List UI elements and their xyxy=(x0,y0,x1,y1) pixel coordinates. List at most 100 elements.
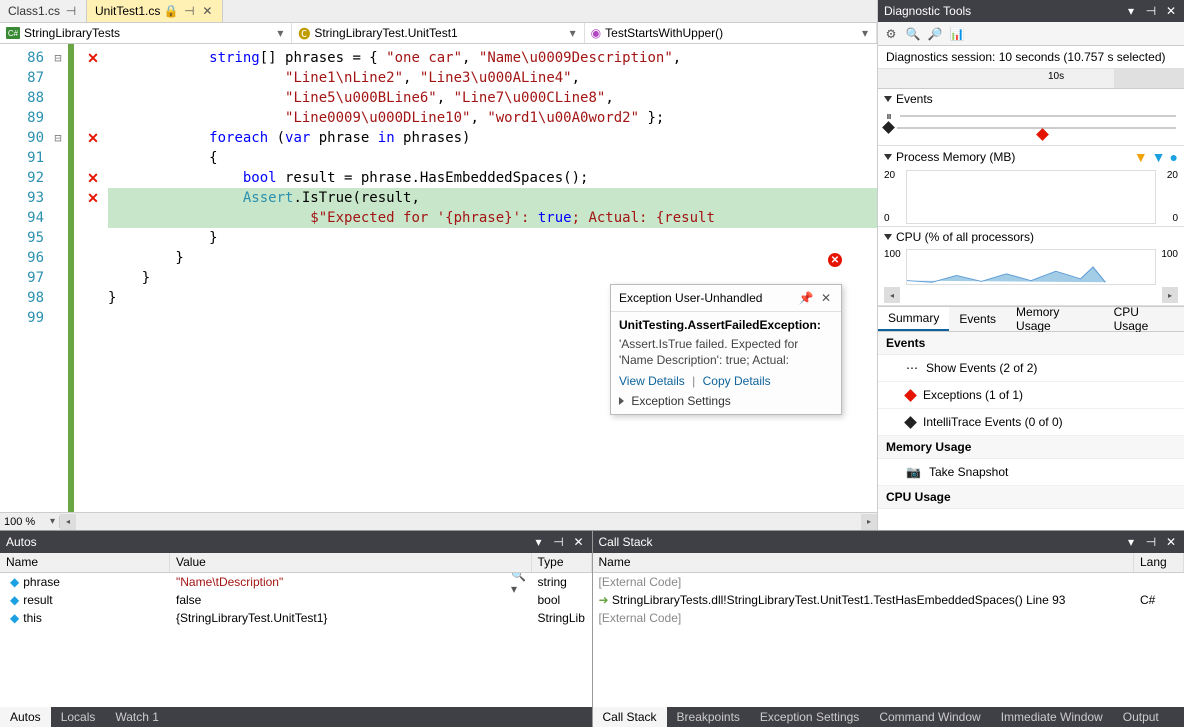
diamond-icon xyxy=(904,416,917,429)
col-name[interactable]: Name xyxy=(593,553,1135,572)
magnifier-icon[interactable]: 🔍▾ xyxy=(512,575,526,589)
collapse-icon xyxy=(884,96,892,102)
close-icon[interactable]: ✕ xyxy=(200,4,214,18)
error-icon: ✕ xyxy=(828,253,842,267)
tab-breakpoints[interactable]: Breakpoints xyxy=(667,707,750,727)
y-axis-min: 0 xyxy=(884,213,890,224)
table-row[interactable]: [External Code] xyxy=(593,609,1184,627)
class-label: StringLibraryTest.UnitTest1 xyxy=(314,26,457,40)
col-name[interactable]: Name xyxy=(0,553,170,572)
tab-immediate-window[interactable]: Immediate Window xyxy=(991,707,1113,727)
item-label: Show Events (2 of 2) xyxy=(926,361,1037,375)
tab-exception-settings[interactable]: Exception Settings xyxy=(750,707,869,727)
namespace-label: StringLibraryTests xyxy=(24,26,120,40)
chart-icon[interactable]: 📊 xyxy=(950,27,964,41)
table-row[interactable]: [External Code] xyxy=(593,573,1184,591)
pin-icon[interactable]: ⊣ xyxy=(182,4,196,18)
cpu-chart[interactable]: 100 100 xyxy=(878,247,1184,287)
callstack-titlebar: Call Stack ▾ ⊣ ✕ xyxy=(593,531,1184,553)
pin-icon[interactable]: ⊣ xyxy=(1144,535,1158,549)
close-icon[interactable]: ✕ xyxy=(1164,4,1178,18)
show-events-item[interactable]: ⋯ Show Events (2 of 2) xyxy=(878,355,1184,382)
method-label: TestStartsWithUpper() xyxy=(605,26,723,40)
zoom-dropdown[interactable]: 100 % ▾ xyxy=(0,516,60,528)
ruler-tick: 10s xyxy=(1048,71,1064,82)
horizontal-scrollbar[interactable] xyxy=(76,514,861,530)
table-row[interactable]: ◆phrase "Name\tDescription" 🔍▾ string xyxy=(0,573,592,591)
tab-callstack[interactable]: Call Stack xyxy=(593,707,667,727)
close-icon[interactable]: ✕ xyxy=(572,535,586,549)
tab-locals[interactable]: Locals xyxy=(51,707,106,727)
copy-details-link[interactable]: Copy Details xyxy=(703,374,771,388)
item-label: Exceptions (1 of 1) xyxy=(923,388,1023,402)
tab-command-window[interactable]: Command Window xyxy=(869,707,990,727)
timeline-ruler[interactable]: 10s xyxy=(878,69,1184,89)
autos-tab-strip: Autos Locals Watch 1 xyxy=(0,707,592,727)
close-icon[interactable]: ✕ xyxy=(819,291,833,305)
zoom-in-icon[interactable]: 🔍 xyxy=(906,27,920,41)
code-content[interactable]: string[] phrases = { "one car", "Name\u0… xyxy=(108,44,877,512)
col-type[interactable]: Type xyxy=(532,553,592,572)
tab-events[interactable]: Events xyxy=(949,308,1006,330)
collapse-icon xyxy=(884,154,892,160)
events-section-header[interactable]: Events xyxy=(878,89,1184,109)
tab-summary[interactable]: Summary xyxy=(878,307,949,331)
take-snapshot-item[interactable]: 📷 Take Snapshot xyxy=(878,459,1184,486)
file-tab-class1[interactable]: Class1.cs ⊣ xyxy=(0,0,87,22)
current-frame-icon: ➜ xyxy=(599,593,609,607)
gear-icon[interactable]: ⚙ xyxy=(884,27,898,41)
scroll-left-button[interactable]: ◂ xyxy=(884,287,900,303)
code-editor[interactable]: 8687888990919293949596979899 ⊟⊟ ✕✕✕✕ str… xyxy=(0,44,877,512)
chevron-down-icon: ▾ xyxy=(50,516,55,527)
pin-icon[interactable]: ⊣ xyxy=(64,4,78,18)
exception-marker-icon[interactable] xyxy=(1036,128,1049,141)
dropdown-icon[interactable]: ▾ xyxy=(532,535,546,549)
file-tab-unittest1[interactable]: UnitTest1.cs 🔒 ⊣ ✕ xyxy=(87,0,223,22)
memory-title: Process Memory (MB) xyxy=(896,150,1015,164)
pin-icon[interactable]: 📌 xyxy=(799,291,813,305)
pin-icon[interactable]: ⊣ xyxy=(1144,4,1158,18)
close-icon[interactable]: ✕ xyxy=(1164,535,1178,549)
y-axis-min-r: 0 xyxy=(1172,213,1178,224)
tab-output[interactable]: Output xyxy=(1113,707,1169,727)
breakpoint-gutter[interactable]: ✕✕✕✕ xyxy=(78,44,108,512)
diamond-icon xyxy=(882,121,895,134)
scroll-right-button[interactable]: ▸ xyxy=(861,514,877,530)
method-dropdown[interactable]: ◉ TestStartsWithUpper() ▾ xyxy=(585,23,877,43)
session-info: Diagnostics session: 10 seconds (10.757 … xyxy=(878,46,1184,69)
tab-watch1[interactable]: Watch 1 xyxy=(105,707,169,727)
exceptions-item[interactable]: Exceptions (1 of 1) xyxy=(878,382,1184,409)
item-label: Take Snapshot xyxy=(929,465,1008,479)
y-axis-max-r: 20 xyxy=(1167,170,1178,181)
exception-title: UnitTesting.AssertFailedException: xyxy=(619,318,833,332)
navigation-bar: C# StringLibraryTests ▾ 🅒 StringLibraryT… xyxy=(0,22,877,44)
autos-body: ◆phrase "Name\tDescription" 🔍▾ string ◆r… xyxy=(0,573,592,707)
expand-icon[interactable] xyxy=(619,397,624,405)
table-row[interactable]: ◆result false bool xyxy=(0,591,592,609)
table-row[interactable]: ➜ StringLibraryTests.dll!StringLibraryTe… xyxy=(593,591,1184,609)
fold-gutter[interactable]: ⊟⊟ xyxy=(48,44,68,512)
view-details-link[interactable]: View Details xyxy=(619,374,685,388)
col-value[interactable]: Value xyxy=(170,553,532,572)
namespace-dropdown[interactable]: C# StringLibraryTests ▾ xyxy=(0,23,292,43)
class-dropdown[interactable]: 🅒 StringLibraryTest.UnitTest1 ▾ xyxy=(292,23,584,43)
exception-settings-link[interactable]: Exception Settings xyxy=(631,394,730,408)
memory-section-header[interactable]: Process Memory (MB) ▼ ▼ ● xyxy=(878,146,1184,168)
dropdown-icon[interactable]: ▾ xyxy=(1124,4,1138,18)
dropdown-icon[interactable]: ▾ xyxy=(1124,535,1138,549)
chevron-down-icon: ▾ xyxy=(860,26,870,40)
memory-chart[interactable]: 20 0 20 0 xyxy=(878,168,1184,226)
col-lang[interactable]: Lang xyxy=(1134,553,1184,572)
zoom-out-icon[interactable]: 🔎 xyxy=(928,27,942,41)
diagnostic-toolbar: ⚙ 🔍 🔎 📊 xyxy=(878,22,1184,46)
chevron-down-icon: ▾ xyxy=(568,26,578,40)
class-icon: 🅒 xyxy=(298,25,310,42)
line-number-gutter: 8687888990919293949596979899 xyxy=(0,44,48,512)
intellitrace-item[interactable]: IntelliTrace Events (0 of 0) xyxy=(878,409,1184,436)
cpu-section-header[interactable]: CPU (% of all processors) xyxy=(878,227,1184,247)
scroll-left-button[interactable]: ◂ xyxy=(60,514,76,530)
tab-autos[interactable]: Autos xyxy=(0,707,51,727)
collapse-icon xyxy=(884,234,892,240)
pin-icon[interactable]: ⊣ xyxy=(552,535,566,549)
table-row[interactable]: ◆this {StringLibraryTest.UnitTest1} Stri… xyxy=(0,609,592,627)
